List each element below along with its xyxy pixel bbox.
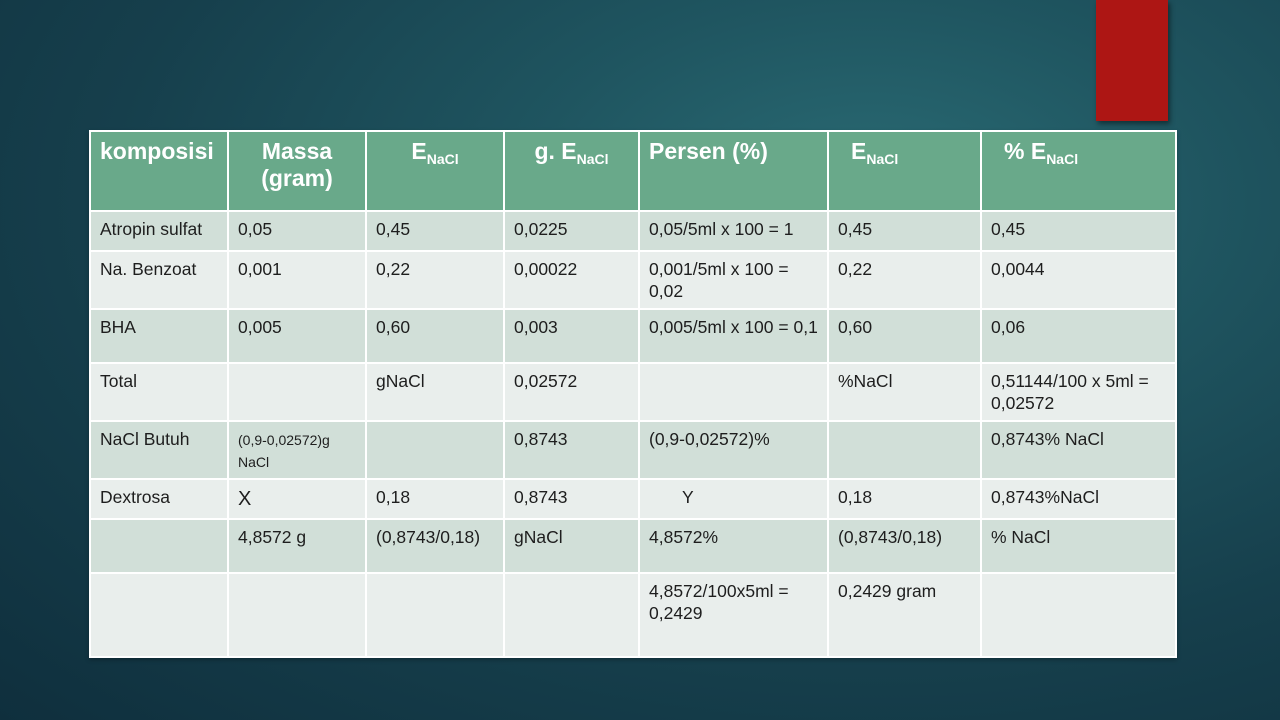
- cell-persen: Y: [638, 478, 829, 520]
- cell-g-enacl: [503, 572, 640, 658]
- header-persen: Persen (%): [638, 130, 829, 212]
- cell-percent-enacl: % NaCl: [980, 518, 1177, 574]
- cell-enacl: gNaCl: [365, 362, 505, 422]
- cell-percent-enacl: 0,45: [980, 210, 1177, 252]
- cell-komposisi: NaCl Butuh: [89, 420, 229, 480]
- table-row: 4,8572 g (0,8743/0,18) gNaCl 4,8572% (0,…: [89, 518, 1177, 574]
- cell-persen: 0,005/5ml x 100 = 0,1: [638, 308, 829, 364]
- cell-komposisi: Total: [89, 362, 229, 422]
- cell-enacl-2: 0,2429 gram: [827, 572, 982, 658]
- cell-enacl-2: [827, 420, 982, 480]
- cell-g-enacl: 0,0225: [503, 210, 640, 252]
- cell-enacl: 0,18: [365, 478, 505, 520]
- table-row: BHA 0,005 0,60 0,003 0,005/5ml x 100 = 0…: [89, 308, 1177, 364]
- cell-enacl: [365, 572, 505, 658]
- cell-persen: [638, 362, 829, 422]
- cell-enacl-2: 0,45: [827, 210, 982, 252]
- cell-komposisi: Atropin sulfat: [89, 210, 229, 252]
- cell-enacl: (0,8743/0,18): [365, 518, 505, 574]
- cell-persen: 0,001/5ml x 100 = 0,02: [638, 250, 829, 310]
- cell-persen: 4,8572/100x5ml = 0,2429: [638, 572, 829, 658]
- cell-g-enacl: gNaCl: [503, 518, 640, 574]
- cell-enacl: 0,60: [365, 308, 505, 364]
- cell-komposisi: [89, 572, 229, 658]
- cell-enacl: 0,22: [365, 250, 505, 310]
- cell-massa: [227, 572, 367, 658]
- cell-enacl-2: (0,8743/0,18): [827, 518, 982, 574]
- cell-massa: [227, 362, 367, 422]
- cell-persen: 4,8572%: [638, 518, 829, 574]
- cell-persen: 0,05/5ml x 100 = 1: [638, 210, 829, 252]
- table-row: 4,8572/100x5ml = 0,2429 0,2429 gram: [89, 572, 1177, 658]
- table-row: Na. Benzoat 0,001 0,22 0,00022 0,001/5ml…: [89, 250, 1177, 310]
- header-enacl: ENaCl: [365, 130, 505, 212]
- header-komposisi: komposisi: [89, 130, 229, 212]
- cell-enacl-2: %NaCl: [827, 362, 982, 422]
- cell-g-enacl: 0,003: [503, 308, 640, 364]
- cell-enacl-2: 0,18: [827, 478, 982, 520]
- cell-g-enacl: 0,8743: [503, 478, 640, 520]
- cell-komposisi: [89, 518, 229, 574]
- cell-percent-enacl: 0,0044: [980, 250, 1177, 310]
- cell-komposisi: BHA: [89, 308, 229, 364]
- cell-massa: (0,9-0,02572)g NaCl: [227, 420, 367, 480]
- cell-persen: (0,9-0,02572)%: [638, 420, 829, 480]
- cell-g-enacl: 0,8743: [503, 420, 640, 480]
- cell-percent-enacl: 0,8743% NaCl: [980, 420, 1177, 480]
- cell-enacl: 0,45: [365, 210, 505, 252]
- cell-massa: 0,001: [227, 250, 367, 310]
- cell-percent-enacl: 0,51144/100 x 5ml = 0,02572: [980, 362, 1177, 422]
- cell-g-enacl: 0,00022: [503, 250, 640, 310]
- header-enacl-2: ENaCl: [827, 130, 982, 212]
- cell-komposisi: Dextrosa: [89, 478, 229, 520]
- table-row: Atropin sulfat 0,05 0,45 0,0225 0,05/5ml…: [89, 210, 1177, 252]
- cell-massa: 4,8572 g: [227, 518, 367, 574]
- cell-enacl-2: 0,22: [827, 250, 982, 310]
- table-row: Dextrosa X 0,18 0,8743 Y 0,18 0,8743%NaC…: [89, 478, 1177, 520]
- header-massa: Massa (gram): [227, 130, 367, 212]
- header-percent-enacl: % ENaCl: [980, 130, 1177, 212]
- cell-massa: 0,005: [227, 308, 367, 364]
- cell-percent-enacl: [980, 572, 1177, 658]
- composition-table: komposisi Massa (gram) ENaCl g. ENaCl Pe…: [89, 130, 1177, 658]
- header-g-enacl: g. ENaCl: [503, 130, 640, 212]
- header-row: komposisi Massa (gram) ENaCl g. ENaCl Pe…: [89, 130, 1177, 212]
- table-row: Total gNaCl 0,02572 %NaCl 0,51144/100 x …: [89, 362, 1177, 422]
- cell-percent-enacl: 0,06: [980, 308, 1177, 364]
- cell-enacl: [365, 420, 505, 480]
- cell-massa: X: [227, 478, 367, 520]
- cell-enacl-2: 0,60: [827, 308, 982, 364]
- cell-komposisi: Na. Benzoat: [89, 250, 229, 310]
- cell-percent-enacl: 0,8743%NaCl: [980, 478, 1177, 520]
- table-row: NaCl Butuh (0,9-0,02572)g NaCl 0,8743 (0…: [89, 420, 1177, 480]
- cell-massa: 0,05: [227, 210, 367, 252]
- cell-g-enacl: 0,02572: [503, 362, 640, 422]
- red-accent-bar: [1096, 0, 1168, 121]
